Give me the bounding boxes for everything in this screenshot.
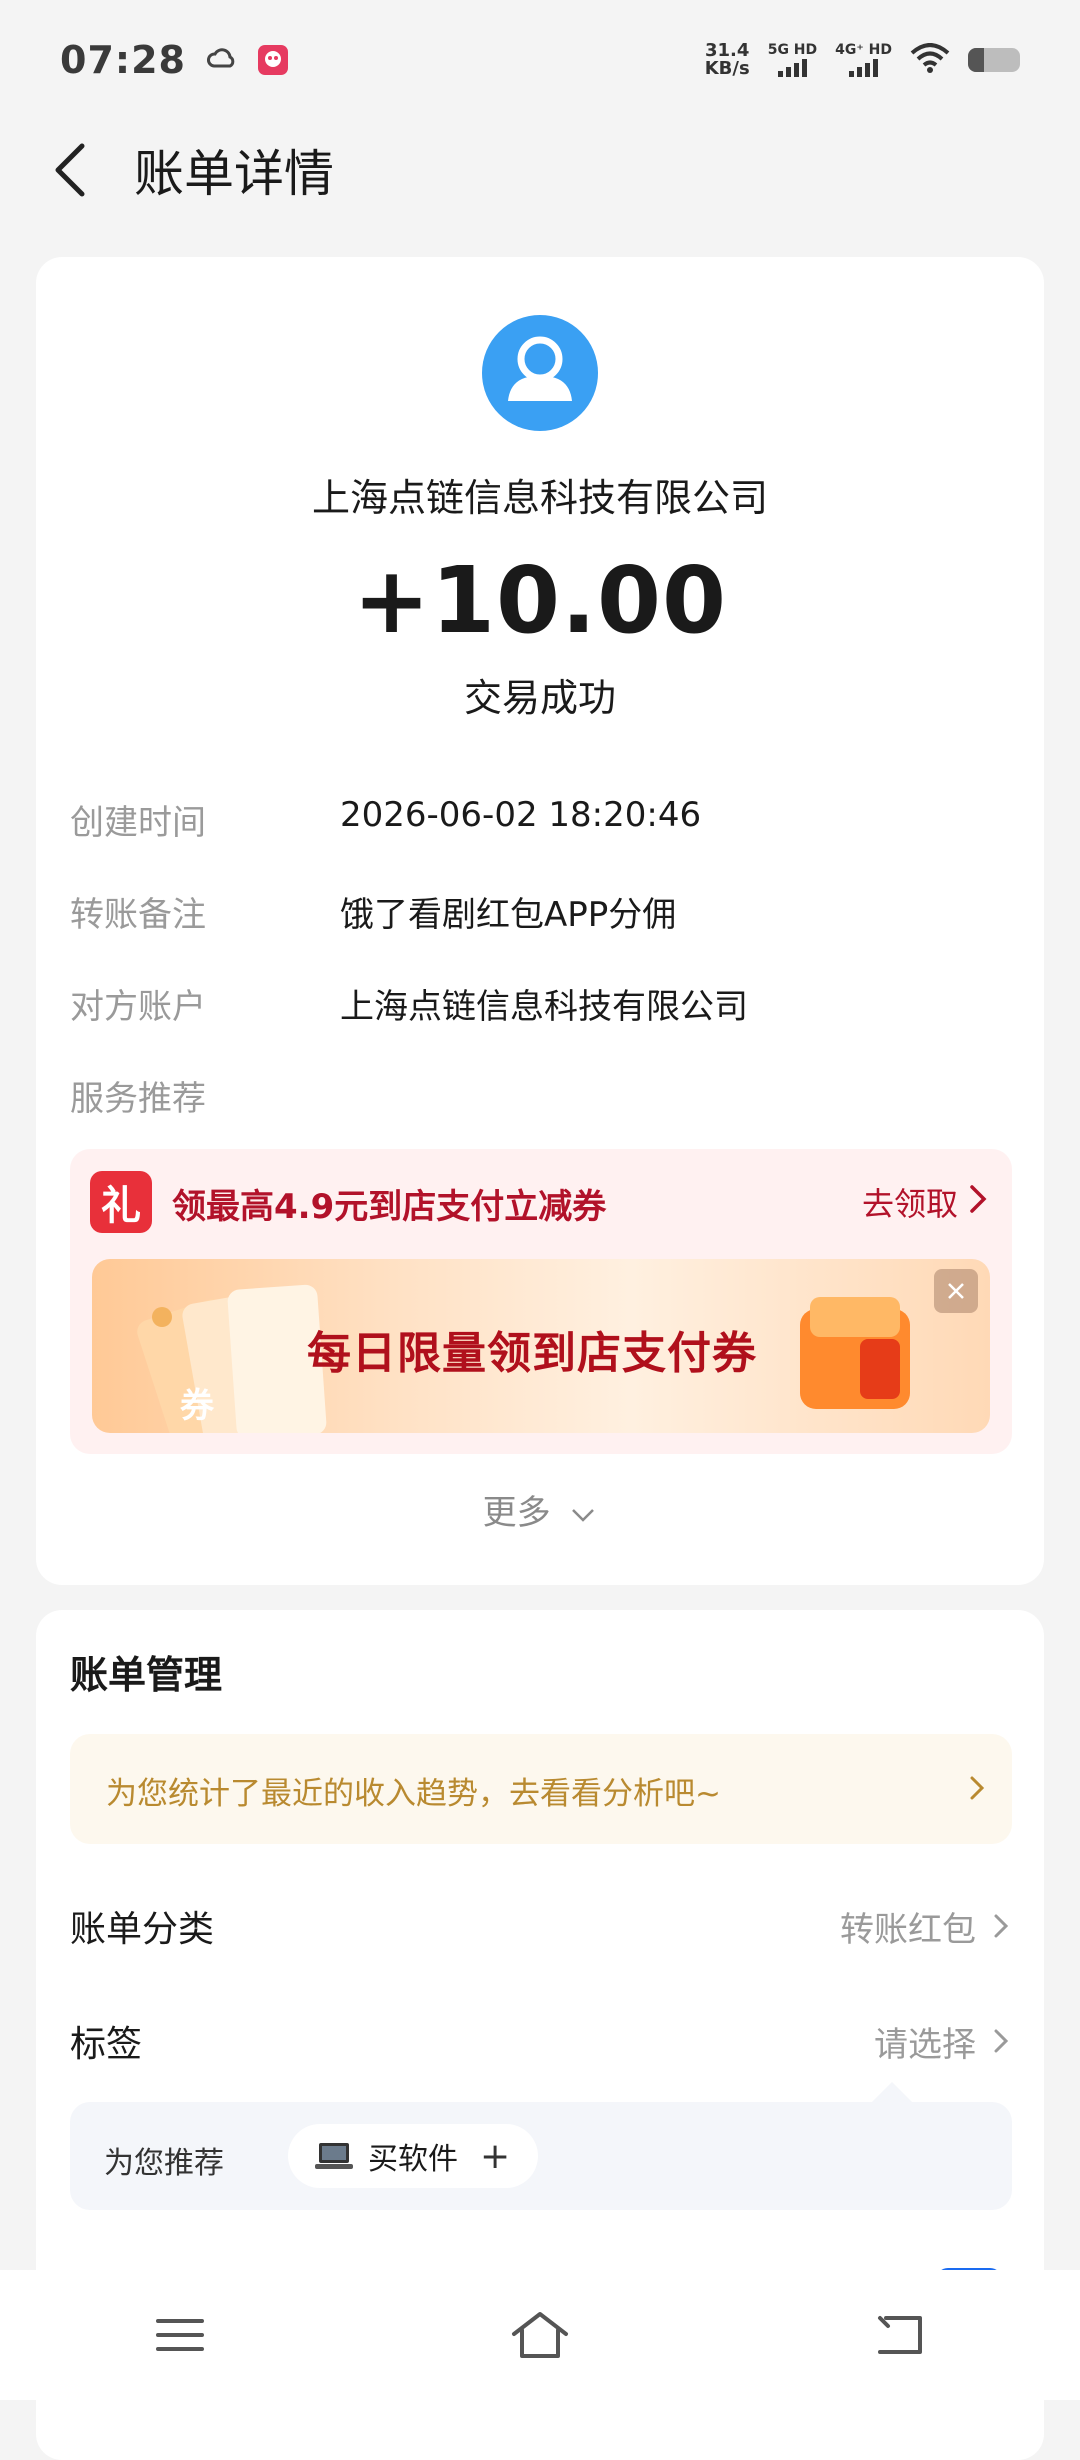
back-arrow-icon (878, 2316, 922, 2354)
section-title: 账单管理 (70, 1653, 223, 1697)
chevron-right-icon (994, 2029, 1009, 2053)
bill-category-row[interactable]: 账单分类 转账红包 (70, 1900, 1012, 1952)
chevron-right-icon (970, 1185, 987, 1213)
system-nav-bar (0, 2270, 1080, 2400)
transaction-amount: +10.00 (352, 547, 728, 654)
user-icon (508, 336, 572, 401)
more-toggle[interactable]: 更多 (36, 1485, 1044, 1534)
signal-sim2: 4G⁺ HD (835, 43, 892, 77)
battery-icon (968, 48, 1020, 72)
detail-value: 2026-06-02 18:20:46 (340, 795, 702, 835)
promo-coupon-card[interactable]: 礼 领最高4.9元到店支付立减券 去领取 券 每日限量领到店支付券 (70, 1149, 1012, 1454)
detail-label: 对方账户 (70, 987, 206, 1027)
tag-row[interactable]: 标签 请选择 (70, 2015, 1012, 2067)
wallet-illustration (800, 1297, 910, 1409)
recommend-tag-chip[interactable]: 买软件 + (288, 2124, 539, 2188)
net-speed: 31.4 KB/s (705, 42, 750, 78)
back-button[interactable] (30, 130, 110, 210)
gift-icon: 礼 (90, 1171, 152, 1233)
payee-name: 上海点链信息科技有限公司 (311, 476, 768, 520)
laptop-icon (315, 2143, 353, 2169)
tip-text: 为您统计了最近的收入趋势，去看看分析吧~ (106, 1776, 721, 1812)
detail-row-remark: 转账备注 饿了看剧红包APP分佣 (70, 887, 676, 936)
app-notification-icon (256, 43, 290, 77)
signal-bars-icon (849, 59, 879, 77)
home-icon (512, 2312, 568, 2358)
detail-row-counterparty: 对方账户 上海点链信息科技有限公司 (70, 979, 748, 1028)
menu-icon (156, 2319, 204, 2351)
page-title: 账单详情 (134, 145, 334, 203)
plus-icon: + (480, 2135, 511, 2177)
row-value: 转账红包 (840, 1909, 976, 1950)
bill-detail-card: 上海点链信息科技有限公司 +10.00 交易成功 创建时间 2026-06-02… (36, 257, 1044, 1585)
wifi-icon (910, 43, 950, 77)
recommend-label: 为您推荐 (104, 2146, 224, 2181)
transaction-status: 交易成功 (463, 676, 616, 720)
chevron-left-icon (55, 143, 85, 197)
tag-recommendation: 为您推荐 买软件 + (70, 2102, 1012, 2210)
clock: 07:28 (60, 38, 186, 82)
detail-row-created-time: 创建时间 2026-06-02 18:20:46 (70, 795, 701, 844)
chevron-down-icon (572, 1508, 595, 1522)
row-label: 标签 (70, 2024, 143, 2065)
chevron-right-icon (994, 1914, 1009, 1938)
promo-claim-link[interactable]: 去领取 (862, 1179, 958, 1225)
signal-sim1: 5G HD (768, 43, 817, 77)
detail-value: 上海点链信息科技有限公司 (340, 987, 748, 1027)
close-icon (948, 1283, 964, 1299)
income-trend-tip[interactable]: 为您统计了最近的收入趋势，去看看分析吧~ (70, 1734, 1012, 1844)
detail-row-service: 服务推荐 (70, 1071, 340, 1120)
nav-back-button[interactable] (840, 2285, 960, 2385)
app-header: 账单详情 (0, 120, 1080, 220)
recommend-pointer (870, 2082, 914, 2104)
status-bar: 07:28 31.4 KB/s 5G HD 4G⁺ HD (0, 0, 1080, 120)
net-speed-unit: KB/s (704, 58, 750, 79)
signal-bars-icon (777, 59, 807, 77)
banner-text: 每日限量领到店支付券 (307, 1328, 757, 1379)
chevron-right-icon (970, 1776, 985, 1800)
detail-label: 服务推荐 (70, 1079, 206, 1119)
detail-label: 创建时间 (70, 803, 206, 843)
promo-title: 领最高4.9元到店支付立减券 (172, 1187, 607, 1227)
sim1-label: 5G HD (767, 42, 818, 58)
promo-banner[interactable]: 券 每日限量领到店支付券 (92, 1259, 990, 1433)
row-value: 请选择 (874, 2024, 976, 2065)
nav-home-button[interactable] (480, 2285, 600, 2385)
more-label: 更多 (482, 1493, 551, 1533)
ticket-glyph: 券 (180, 1386, 215, 1426)
close-banner-button[interactable] (934, 1269, 978, 1313)
row-label: 账单分类 (70, 1909, 215, 1950)
nav-menu-button[interactable] (120, 2285, 240, 2385)
detail-value: 饿了看剧红包APP分佣 (340, 895, 677, 935)
chip-label: 买软件 (368, 2142, 458, 2177)
weather-cloud-icon (204, 43, 238, 77)
detail-label: 转账备注 (70, 895, 206, 935)
sim2-label: 4G⁺ HD (835, 42, 892, 58)
avatar (482, 315, 598, 431)
